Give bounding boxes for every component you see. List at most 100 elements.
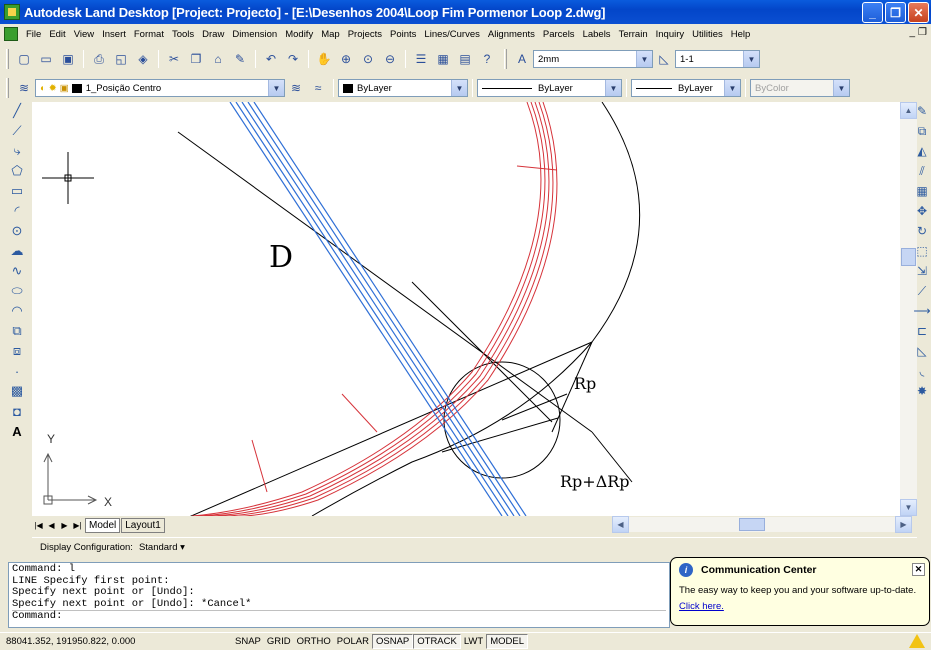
last-tab-icon[interactable]: ▶|: [71, 519, 84, 532]
menu-map[interactable]: Map: [317, 29, 343, 40]
document-icon[interactable]: [4, 27, 18, 41]
display-configuration-select[interactable]: Standard ▾: [139, 542, 185, 553]
lineweight-select[interactable]: ByLayer ▼: [631, 79, 741, 97]
polar-toggle[interactable]: POLAR: [334, 634, 372, 649]
spline-icon[interactable]: ∿: [8, 262, 26, 280]
open-file-icon[interactable]: ▭: [37, 50, 55, 68]
menu-tools[interactable]: Tools: [168, 29, 198, 40]
balloon-link[interactable]: Click here.: [679, 601, 724, 612]
chevron-down-icon[interactable]: ▼: [636, 51, 652, 67]
zoom-realtime-icon[interactable]: ⊕: [337, 50, 355, 68]
extend-icon[interactable]: ⟶: [913, 302, 931, 320]
minimize-button[interactable]: _: [862, 2, 883, 23]
close-button[interactable]: ✕: [908, 2, 929, 23]
horizontal-scroll-thumb[interactable]: [739, 518, 765, 531]
first-tab-icon[interactable]: |◀: [32, 519, 45, 532]
layer-previous-icon[interactable]: ≈: [309, 79, 327, 97]
command-prompt-input[interactable]: Command:: [12, 610, 666, 623]
text-height-select[interactable]: 2mm ▼: [533, 50, 653, 68]
trim-icon[interactable]: ⟋: [913, 282, 931, 300]
layer-select[interactable]: ◐ ✹ ▣ 1_Posição Centro ▼: [35, 79, 285, 97]
chevron-down-icon[interactable]: ▼: [833, 80, 849, 96]
chevron-down-icon[interactable]: ▼: [451, 80, 467, 96]
model-toggle[interactable]: MODEL: [486, 634, 528, 649]
copy-icon[interactable]: ❐: [187, 50, 205, 68]
color-select[interactable]: ByLayer ▼: [338, 79, 468, 97]
menu-format[interactable]: Format: [130, 29, 168, 40]
warning-icon[interactable]: [909, 634, 925, 648]
otrack-toggle[interactable]: OTRACK: [413, 634, 461, 649]
menu-lines-curves[interactable]: Lines/Curves: [420, 29, 483, 40]
chevron-down-icon[interactable]: ▼: [268, 80, 284, 96]
polygon-icon[interactable]: ⬠: [8, 162, 26, 180]
array-icon[interactable]: ▦: [913, 182, 931, 200]
tab-layout1[interactable]: Layout1: [121, 517, 165, 533]
explode-icon[interactable]: ✸: [913, 382, 931, 400]
help-icon[interactable]: ?: [478, 50, 496, 68]
polyline-icon[interactable]: ⤷: [8, 142, 26, 160]
redo-icon[interactable]: ↷: [284, 50, 302, 68]
menu-view[interactable]: View: [70, 29, 98, 40]
undo-icon[interactable]: ↶: [262, 50, 280, 68]
plot-style-select[interactable]: ByColor ▼: [750, 79, 850, 97]
snap-toggle[interactable]: SNAP: [232, 634, 264, 649]
properties-icon[interactable]: ☰: [412, 50, 430, 68]
document-minimize-button[interactable]: _: [909, 27, 915, 38]
app-logo-icon[interactable]: [4, 4, 20, 20]
document-restore-button[interactable]: ❐: [918, 27, 927, 38]
lwt-toggle[interactable]: LWT: [461, 634, 486, 649]
print-icon[interactable]: ⎙: [90, 50, 108, 68]
stretch-icon[interactable]: ⇲: [913, 262, 931, 280]
horizontal-scrollbar[interactable]: ◀ ▶: [612, 516, 912, 533]
cut-icon[interactable]: ✂: [165, 50, 183, 68]
coordinate-readout[interactable]: 88041.352, 191950.822, 0.000: [0, 636, 232, 647]
point-icon[interactable]: ·: [8, 362, 26, 380]
command-history[interactable]: Command: l LINE Specify first point: Spe…: [8, 562, 670, 628]
menu-points[interactable]: Points: [386, 29, 420, 40]
ellipse-icon[interactable]: ⬭: [8, 282, 26, 300]
ellipse-arc-icon[interactable]: ◠: [8, 302, 26, 320]
menu-help[interactable]: Help: [727, 29, 755, 40]
tab-model[interactable]: Model: [85, 517, 121, 533]
menu-file[interactable]: File: [22, 29, 45, 40]
dimension-style-icon[interactable]: ◺: [655, 50, 673, 68]
menu-terrain[interactable]: Terrain: [615, 29, 652, 40]
toolbar-grip[interactable]: [504, 49, 507, 69]
menu-dimension[interactable]: Dimension: [228, 29, 281, 40]
scroll-right-icon[interactable]: ▶: [895, 516, 912, 533]
menu-inquiry[interactable]: Inquiry: [652, 29, 689, 40]
construction-line-icon[interactable]: ⟋: [8, 122, 26, 140]
arc-icon[interactable]: ◜: [8, 202, 26, 220]
menu-labels[interactable]: Labels: [579, 29, 615, 40]
new-file-icon[interactable]: ▢: [15, 50, 33, 68]
match-properties-icon[interactable]: ✎: [231, 50, 249, 68]
text-style-icon[interactable]: A: [513, 50, 531, 68]
rotate-icon[interactable]: ↻: [913, 222, 931, 240]
title-bar[interactable]: Autodesk Land Desktop [Project: Projecto…: [0, 0, 931, 24]
break-icon[interactable]: ⊏: [913, 322, 931, 340]
move-icon[interactable]: ✥: [913, 202, 931, 220]
chevron-down-icon[interactable]: ▼: [724, 80, 740, 96]
next-tab-icon[interactable]: ▶: [58, 519, 71, 532]
pan-icon[interactable]: ✋: [315, 50, 333, 68]
scroll-left-icon[interactable]: ◀: [612, 516, 629, 533]
menu-alignments[interactable]: Alignments: [484, 29, 539, 40]
make-layer-current-icon[interactable]: ≋: [287, 79, 305, 97]
maximize-button[interactable]: ❐: [885, 2, 906, 23]
ortho-toggle[interactable]: ORTHO: [294, 634, 334, 649]
fillet-icon[interactable]: ◟: [913, 362, 931, 380]
erase-icon[interactable]: ✎: [913, 102, 931, 120]
scale-object-icon[interactable]: ⬚: [913, 242, 931, 260]
save-icon[interactable]: ▣: [59, 50, 77, 68]
chevron-down-icon[interactable]: ▼: [743, 51, 759, 67]
drawing-canvas[interactable]: D Rp Rp+ΔRp X Y: [32, 102, 900, 516]
menu-modify[interactable]: Modify: [281, 29, 317, 40]
circle-icon[interactable]: ⊙: [8, 222, 26, 240]
zoom-previous-icon[interactable]: ⊖: [381, 50, 399, 68]
linetype-select[interactable]: ByLayer ▼: [477, 79, 622, 97]
menu-insert[interactable]: Insert: [98, 29, 130, 40]
menu-parcels[interactable]: Parcels: [539, 29, 579, 40]
balloon-close-button[interactable]: ✕: [912, 563, 925, 576]
osnap-toggle[interactable]: OSNAP: [371, 634, 414, 649]
revision-cloud-icon[interactable]: ☁: [8, 242, 26, 260]
